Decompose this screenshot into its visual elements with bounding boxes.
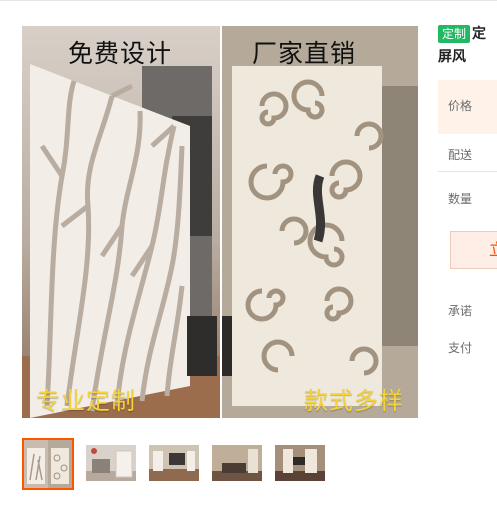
product-info-panel: 定制定 屏风 价格 配送 数量 立 承诺 支付 bbox=[438, 22, 497, 402]
price-box: 价格 bbox=[438, 80, 497, 134]
image-panel-scroll-screen: 厂家直销 款式多样 bbox=[222, 26, 418, 418]
product-title: 定制定 bbox=[438, 25, 486, 45]
main-product-image[interactable]: 免费设计 专业定制 厂家直销 款式多样 bbox=[22, 26, 418, 418]
custom-tag-badge: 定制 bbox=[438, 25, 471, 43]
thumbnail-5[interactable] bbox=[275, 445, 325, 481]
thumbnail-3-image bbox=[149, 445, 199, 481]
caption-professional-custom: 专业定制 bbox=[36, 387, 136, 415]
product-title-line2: 屏风 bbox=[438, 49, 466, 65]
thumbnail-2[interactable] bbox=[86, 445, 136, 481]
payment-label: 支付 bbox=[448, 341, 473, 355]
thumbnail-4-image bbox=[212, 445, 262, 481]
banner-factory-direct: 厂家直销 bbox=[252, 39, 357, 68]
product-title-text: 定 bbox=[472, 26, 487, 42]
top-divider bbox=[0, 0, 497, 1]
thumbnail-1[interactable] bbox=[22, 438, 74, 490]
caption-various-styles: 款式多样 bbox=[304, 387, 404, 415]
branch-screen-graphic bbox=[22, 64, 220, 418]
thumbnail-strip bbox=[22, 438, 352, 492]
price-label: 价格 bbox=[448, 99, 473, 113]
quantity-label: 数量 bbox=[448, 192, 473, 206]
thumbnail-2-image bbox=[86, 445, 136, 481]
banner-free-design: 免费设计 bbox=[68, 39, 173, 68]
promise-label: 承诺 bbox=[448, 304, 473, 318]
buy-now-button[interactable]: 立 bbox=[450, 231, 497, 269]
image-panel-branch-screen: 免费设计 专业定制 bbox=[22, 26, 220, 418]
product-page: 免费设计 专业定制 厂家直销 款式多样 定制 定 屏风 价格 配送 数量 承诺 … bbox=[0, 0, 497, 513]
thumbnail-4[interactable] bbox=[212, 445, 262, 481]
thumbnail-1-image bbox=[24, 440, 72, 488]
scroll-screen-graphic bbox=[222, 26, 418, 418]
shipping-label: 配送 bbox=[448, 148, 473, 162]
shipping-divider bbox=[438, 171, 497, 172]
thumbnail-5-image bbox=[275, 445, 325, 481]
thumbnail-3[interactable] bbox=[149, 445, 199, 481]
